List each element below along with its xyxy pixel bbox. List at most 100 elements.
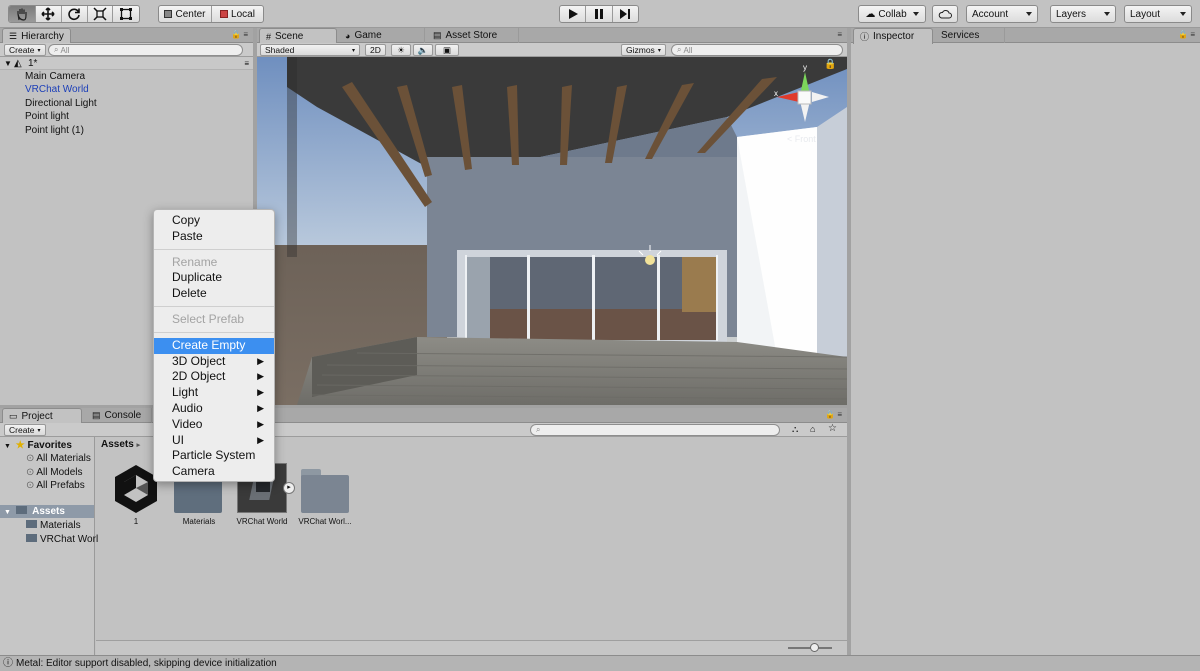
lighting-toggle[interactable]: ☀ xyxy=(391,44,411,56)
panel-menu-icon[interactable]: 🔒≡ xyxy=(825,410,844,419)
menu-item-create-empty[interactable]: Create Empty xyxy=(154,337,274,354)
gizmo-view-label[interactable]: < Front xyxy=(787,134,816,144)
menu-item-3d-object[interactable]: 3D Object ▶ xyxy=(154,354,274,370)
pivot-center-button[interactable]: Center xyxy=(159,6,212,22)
move-tool-button[interactable] xyxy=(36,6,63,22)
scene-search-input[interactable]: ⌕ All xyxy=(671,44,843,56)
expand-arrow-icon[interactable]: ▼ xyxy=(4,57,12,70)
rect-tool-button[interactable] xyxy=(113,6,139,22)
menu-item-label: 3D Object xyxy=(172,353,226,368)
tab-console[interactable]: ▤ Console xyxy=(86,408,152,423)
console-icon: ▤ xyxy=(92,410,101,420)
submenu-arrow-icon: ▶ xyxy=(257,402,264,413)
favorite-item[interactable]: ⊙ All Materials xyxy=(26,452,91,465)
menu-item-delete[interactable]: Delete xyxy=(154,286,274,302)
shading-mode-dropdown[interactable]: Shaded ▾ xyxy=(260,44,360,56)
favorite-item[interactable]: ⊙ All Prefabs xyxy=(26,479,85,492)
menu-item-video[interactable]: Video ▶ xyxy=(154,417,274,433)
gizmos-dropdown[interactable]: Gizmos ▾ xyxy=(621,44,666,56)
scene-viewport[interactable]: x y < Front 🔒 xyxy=(257,57,847,405)
project-search-input[interactable]: ⌕ xyxy=(530,424,780,436)
folder-icon xyxy=(26,520,37,528)
hierarchy-item[interactable]: Main Camera xyxy=(0,70,253,83)
tab-services[interactable]: Services xyxy=(935,28,1005,43)
rect-tool-icon xyxy=(120,8,133,20)
menu-item-camera[interactable]: Camera xyxy=(154,464,274,480)
menu-item-ui[interactable]: UI ▶ xyxy=(154,433,274,449)
scene-menu-icon[interactable]: ≡ xyxy=(244,57,249,70)
rotate-tool-button[interactable] xyxy=(62,6,88,22)
inspector-panel: ⓘ Inspector Services 🔒≡ xyxy=(851,28,1200,655)
layers-dropdown[interactable]: Layers xyxy=(1050,5,1116,23)
gizmo-x-label: x xyxy=(774,89,778,98)
star-icon[interactable]: ☆ xyxy=(828,423,837,434)
favorites-row[interactable]: ▼ ★ Favorites xyxy=(4,439,72,452)
scale-tool-button[interactable] xyxy=(88,6,114,22)
audio-toggle[interactable]: 🔈 xyxy=(413,44,433,56)
layout-dropdown[interactable]: Layout xyxy=(1124,5,1192,23)
space-local-button[interactable]: Local xyxy=(212,6,263,22)
tag-icon[interactable]: ⌂ xyxy=(810,424,815,434)
menu-item-label: Camera xyxy=(172,464,215,479)
hand-tool-button[interactable] xyxy=(9,6,36,22)
tab-game[interactable]: ◕ Game xyxy=(339,28,425,43)
hierarchy-search-input[interactable]: ⌕ All xyxy=(48,44,243,56)
list-icon: ☰ xyxy=(9,31,18,41)
hierarchy-item[interactable]: Point light xyxy=(0,110,253,123)
mode-2d-toggle[interactable]: 2D xyxy=(365,44,386,56)
hierarchy-item-label: VRChat World xyxy=(25,84,89,96)
tab-asset-store[interactable]: ▤ Asset Store xyxy=(427,28,519,43)
play-button[interactable] xyxy=(560,6,587,22)
menu-item-light[interactable]: Light ▶ xyxy=(154,385,274,401)
panel-menu-icon[interactable]: ≡ xyxy=(837,30,844,39)
menu-item-paste[interactable]: Paste xyxy=(154,229,274,245)
project-create-dropdown[interactable]: Create ▾ xyxy=(4,424,46,436)
tab-label: Hierarchy xyxy=(21,31,64,42)
folder-icon xyxy=(301,475,349,513)
scene-header-row[interactable]: ▼ ◭ 1* ≡ xyxy=(0,57,253,70)
cloud-icon xyxy=(938,10,952,19)
tab-project[interactable]: ▭ Project xyxy=(2,408,82,424)
asset-folder-item[interactable]: VRChat Worl xyxy=(26,533,98,546)
tab-scene[interactable]: # Scene xyxy=(259,28,337,44)
filter-type-icon[interactable]: ⛬ xyxy=(792,424,798,435)
collab-dropdown[interactable]: ☁ Collab xyxy=(858,5,926,23)
pivot-icon xyxy=(164,10,173,18)
icon-size-slider-thumb[interactable] xyxy=(810,643,819,652)
lock-icon[interactable]: 🔒 xyxy=(824,59,836,70)
panel-menu-icon[interactable]: 🔒≡ xyxy=(231,30,250,39)
panel-menu-icon[interactable]: 🔒≡ xyxy=(1178,30,1197,39)
hierarchy-item[interactable]: Point light (1) xyxy=(0,124,253,137)
asset-folder-item[interactable]: Materials xyxy=(26,519,81,532)
menu-item-2d-object[interactable]: 2D Object ▶ xyxy=(154,369,274,385)
scene-tabbar: # Scene ◕ Game ▤ Asset Store ≡ xyxy=(257,28,847,44)
account-dropdown[interactable]: Account xyxy=(966,5,1038,23)
favorite-item[interactable]: ⊙ All Models xyxy=(26,466,83,479)
menu-item-label: Create Empty xyxy=(172,337,246,352)
menu-item-audio[interactable]: Audio ▶ xyxy=(154,401,274,417)
create-label: Create xyxy=(9,425,35,435)
menu-item-copy[interactable]: Copy xyxy=(154,213,274,229)
expand-arrow-icon[interactable]: ▼ xyxy=(4,443,11,450)
hierarchy-create-dropdown[interactable]: Create ▾ xyxy=(4,44,46,56)
hierarchy-item[interactable]: Directional Light xyxy=(0,97,253,110)
step-button[interactable] xyxy=(613,6,638,22)
effects-dropdown[interactable]: ▣ xyxy=(435,44,459,56)
account-label: Account xyxy=(972,8,1009,20)
asset-vrchat-world-folder[interactable]: VRChat Worl... xyxy=(290,463,360,533)
status-message[interactable]: Metal: Editor support disabled, skipping… xyxy=(16,656,277,671)
hierarchy-item[interactable]: VRChat World xyxy=(0,83,253,96)
cloud-services-button[interactable] xyxy=(932,5,958,23)
tab-hierarchy[interactable]: ☰ Hierarchy xyxy=(2,28,71,44)
menu-item-duplicate[interactable]: Duplicate xyxy=(154,270,274,286)
context-menu: Copy Paste Rename Duplicate Delete Select Pre… xyxy=(153,209,275,482)
breadcrumb[interactable]: Assets ▸ xyxy=(101,439,140,450)
tab-inspector[interactable]: ⓘ Inspector xyxy=(853,28,933,44)
gizmo-view-text: Front xyxy=(794,134,816,144)
assets-root-row[interactable]: ▼ Assets xyxy=(0,505,94,518)
expand-arrow-icon[interactable]: ▼ xyxy=(4,509,11,516)
search-icon: ⌕ xyxy=(536,425,541,434)
menu-item-particle-system[interactable]: Particle System xyxy=(154,448,274,464)
menu-item-rename: Rename xyxy=(154,255,274,271)
pause-button[interactable] xyxy=(586,6,613,22)
